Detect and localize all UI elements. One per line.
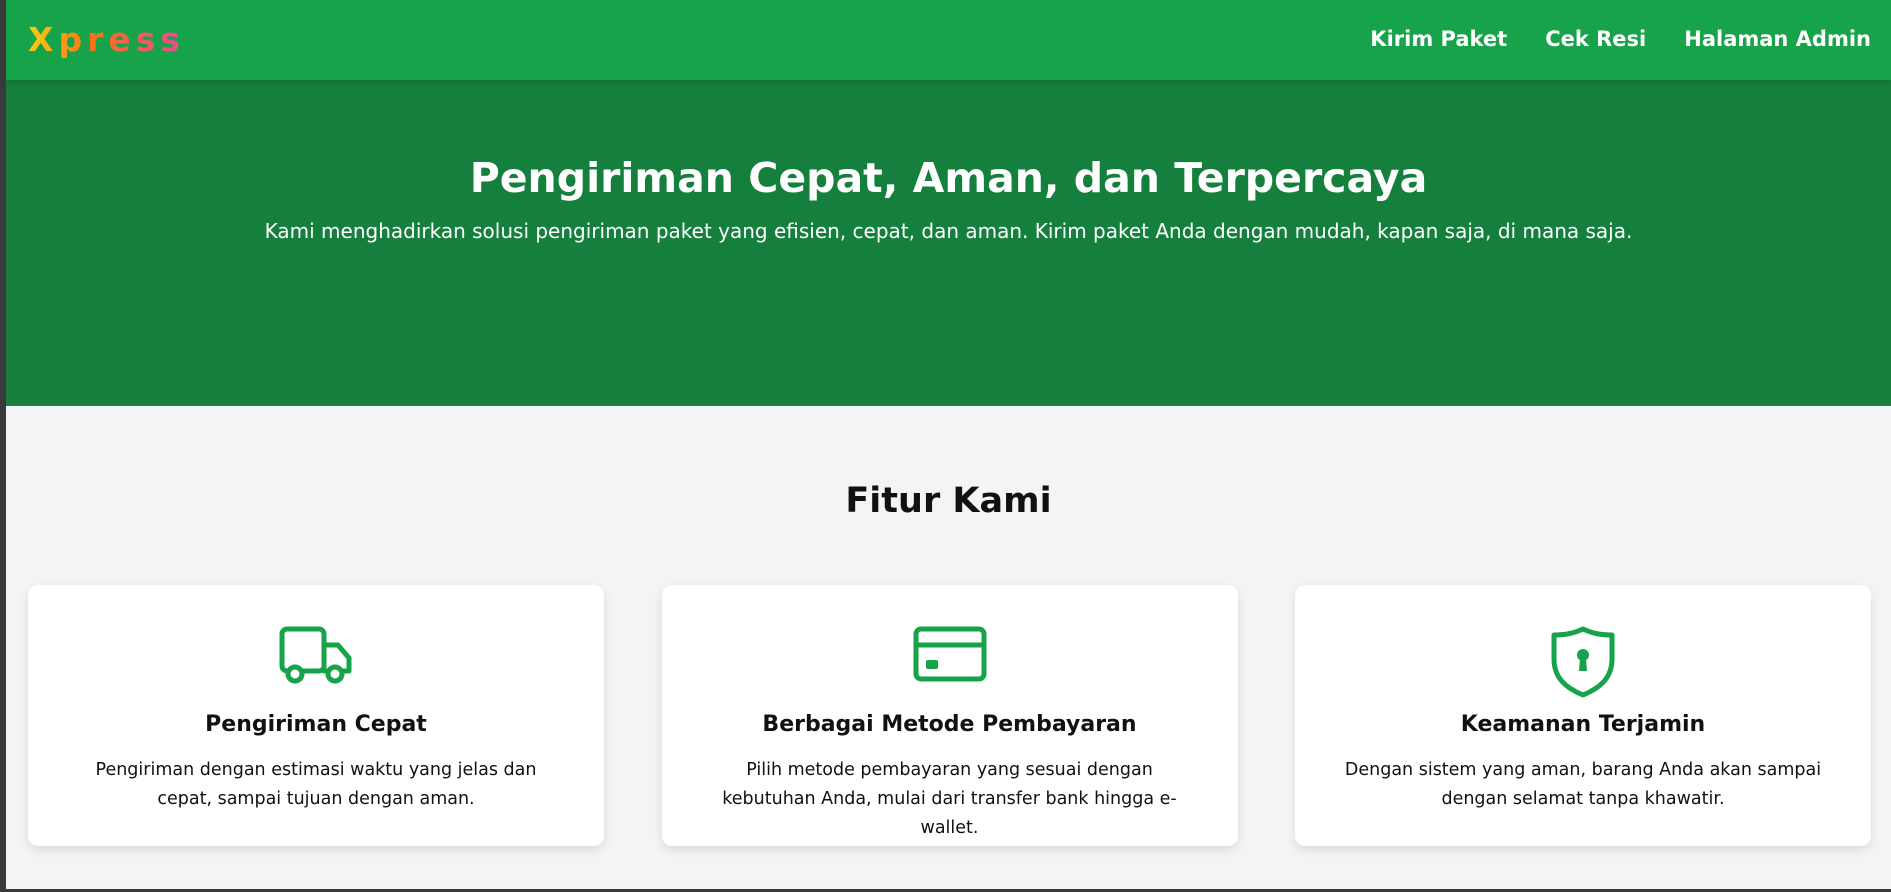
feature-card-security: Keamanan Terjamin Dengan sistem yang ama… <box>1295 585 1871 846</box>
feature-card-title: Berbagai Metode Pembayaran <box>762 712 1137 737</box>
nav-links: Kirim Paket Cek Resi Halaman Admin <box>1370 24 1871 54</box>
logo[interactable]: Xpress <box>28 20 185 60</box>
hero-title: Pengiriman Cepat, Aman, dan Terpercaya <box>469 154 1428 202</box>
nav-link-halaman-admin[interactable]: Halaman Admin <box>1684 24 1871 54</box>
credit-card-icon <box>662 625 1238 699</box>
hero-section: Pengiriman Cepat, Aman, dan Terpercaya K… <box>6 80 1891 406</box>
feature-cards: Pengiriman Cepat Pengiriman dengan estim… <box>28 585 1871 846</box>
nav-link-cek-resi[interactable]: Cek Resi <box>1545 24 1646 54</box>
feature-card-fast-delivery: Pengiriman Cepat Pengiriman dengan estim… <box>28 585 604 846</box>
nav-link-kirim-paket[interactable]: Kirim Paket <box>1370 24 1507 54</box>
truck-icon <box>28 625 604 699</box>
page: Xpress Kirim Paket Cek Resi Halaman Admi… <box>6 0 1891 889</box>
feature-card-text: Pengiriman dengan estimasi waktu yang je… <box>95 760 537 809</box>
hero-subtitle: Kami menghadirkan solusi pengiriman pake… <box>264 219 1633 243</box>
feature-card-text: Pilih metode pembayaran yang sesuai deng… <box>722 760 1177 838</box>
feature-card-title: Pengiriman Cepat <box>205 712 427 737</box>
feature-card-title: Keamanan Terjamin <box>1460 712 1706 737</box>
feature-card-payment-methods: Berbagai Metode Pembayaran Pilih metode … <box>661 585 1238 846</box>
feature-card-text: Dengan sistem yang aman, barang Anda aka… <box>1344 760 1822 809</box>
navbar: Xpress Kirim Paket Cek Resi Halaman Admi… <box>6 0 1891 80</box>
features-title: Fitur Kami <box>845 481 1052 521</box>
shield-lock-icon <box>1295 625 1871 699</box>
